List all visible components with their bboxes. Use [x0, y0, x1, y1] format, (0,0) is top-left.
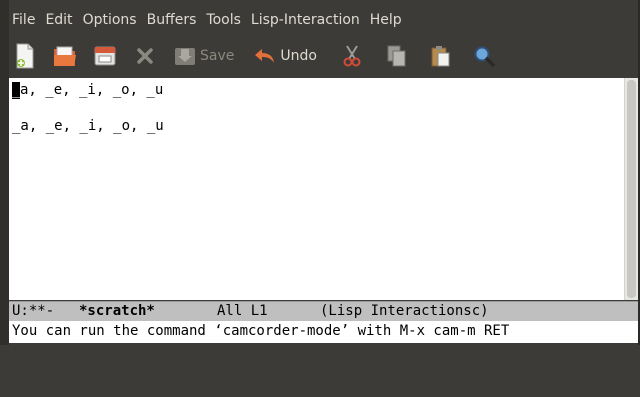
- paste-button[interactable]: [427, 40, 453, 72]
- editor-buffer[interactable]: _a, _e, _i, _o, _u _a, _e, _i, _o, _u: [9, 78, 638, 300]
- save-window-icon: [92, 43, 118, 69]
- tool-bar: Save Undo: [9, 36, 638, 76]
- search-button[interactable]: [471, 40, 497, 72]
- close-buffer-button[interactable]: [132, 40, 158, 72]
- undo-label: Undo: [280, 48, 317, 64]
- undo-button[interactable]: Undo: [252, 40, 317, 72]
- paste-icon: [427, 43, 453, 69]
- menu-options[interactable]: Options: [78, 6, 142, 34]
- save-button[interactable]: Save: [172, 40, 234, 72]
- menu-file[interactable]: File: [9, 6, 40, 34]
- undo-icon: [252, 43, 278, 69]
- window-left-border: [0, 0, 9, 345]
- open-file-button[interactable]: [52, 40, 78, 72]
- echo-area[interactable]: You can run the command ‘camcorder-mode’…: [9, 321, 638, 343]
- new-file-button[interactable]: [12, 40, 38, 72]
- open-folder-icon: [52, 43, 78, 69]
- buffer-line-2: _a, _e, _i, _o, _u: [12, 118, 164, 134]
- new-file-icon: [12, 43, 38, 69]
- buffer-line-1-text: a, _e, _i, _o, _u: [20, 82, 164, 98]
- save-window-button[interactable]: [92, 40, 118, 72]
- menu-buffers[interactable]: Buffers: [142, 6, 202, 34]
- modeline-position: All L1: [217, 303, 268, 319]
- cut-icon: [339, 43, 365, 69]
- text-cursor: _: [12, 82, 21, 99]
- close-icon: [132, 43, 158, 69]
- modeline-buffer-name[interactable]: *scratch*: [79, 302, 155, 321]
- menu-help[interactable]: Help: [365, 6, 407, 34]
- modeline-major-mode[interactable]: (Lisp Interactionsc): [320, 302, 489, 321]
- vertical-scrollbar[interactable]: [624, 78, 638, 300]
- buffer-line-1: _a, _e, _i, _o, _u: [12, 82, 163, 99]
- menu-bar: File Edit Options Buffers Tools Lisp-Int…: [9, 6, 638, 34]
- menu-edit[interactable]: Edit: [40, 6, 77, 34]
- modeline-status: U:**-: [12, 303, 55, 319]
- cut-button[interactable]: [339, 40, 365, 72]
- scrollbar-thumb[interactable]: [627, 80, 636, 298]
- save-icon: [172, 43, 198, 69]
- search-icon: [471, 43, 497, 69]
- menu-tools[interactable]: Tools: [201, 6, 246, 34]
- copy-icon: [383, 43, 409, 69]
- mode-line: U:**- *scratch* All L1 (Lisp Interaction…: [9, 301, 638, 321]
- copy-button[interactable]: [383, 40, 409, 72]
- save-label: Save: [200, 48, 235, 64]
- menu-lisp-interaction[interactable]: Lisp-Interaction: [246, 6, 365, 34]
